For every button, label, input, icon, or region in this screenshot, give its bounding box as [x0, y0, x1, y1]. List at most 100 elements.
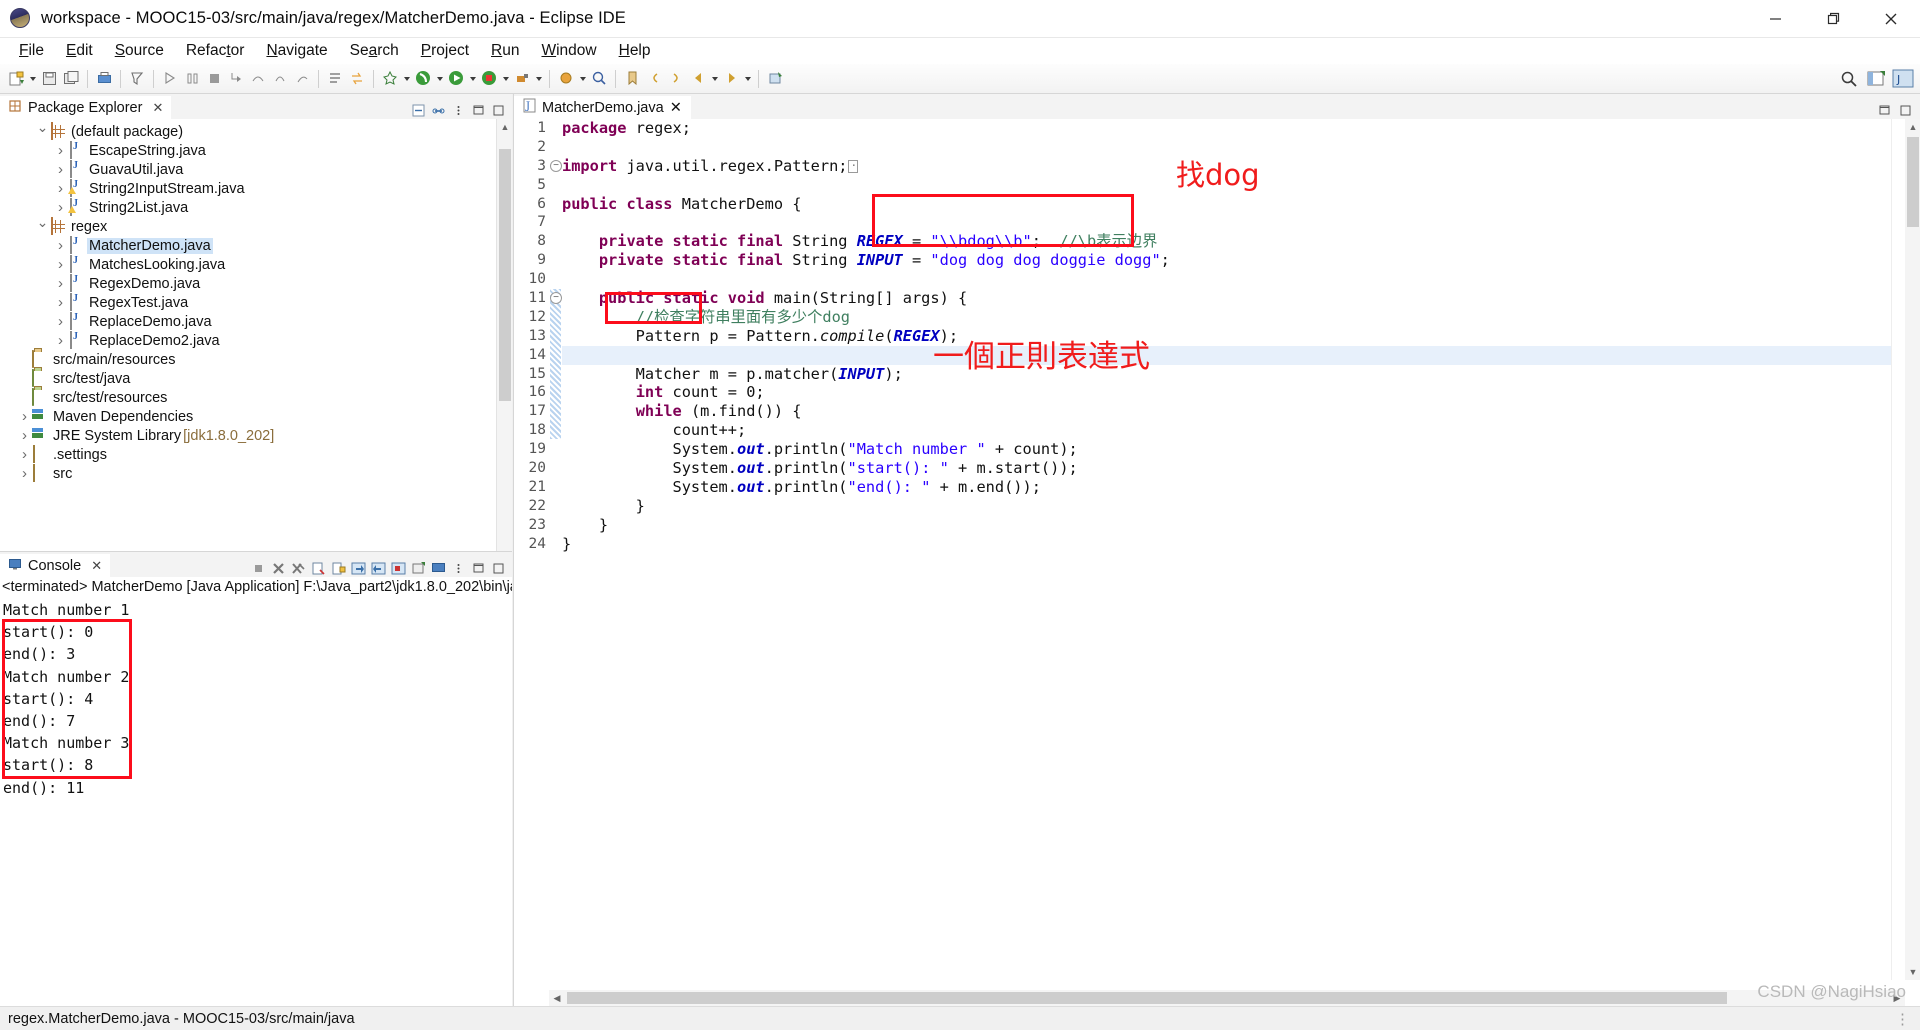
tree-item[interactable]: Maven Dependencies — [0, 407, 495, 426]
tree-item[interactable]: (default package) — [0, 122, 495, 141]
chevron-right-icon[interactable] — [18, 426, 31, 445]
code-line[interactable]: } — [562, 516, 1920, 535]
next-edit-icon[interactable] — [665, 68, 687, 90]
menu-refactor[interactable]: Refactor — [175, 40, 256, 62]
chevron-right-icon[interactable] — [54, 236, 67, 255]
menu-project[interactable]: Project — [410, 40, 480, 62]
new-class-caret[interactable] — [577, 68, 588, 90]
pin-editor-icon[interactable] — [764, 68, 786, 90]
new-icon[interactable] — [5, 68, 27, 90]
minimize-button[interactable] — [1746, 0, 1804, 38]
forward-caret[interactable] — [742, 68, 753, 90]
debug-step-icon[interactable] — [159, 68, 181, 90]
view-menu-icon[interactable] — [450, 102, 467, 119]
maximize-editor-icon[interactable] — [1897, 102, 1914, 119]
chevron-right-icon[interactable] — [54, 293, 67, 312]
chevron-right-icon[interactable] — [54, 255, 67, 274]
scroll-down-icon[interactable]: ▼ — [1905, 964, 1920, 980]
code-line[interactable] — [562, 345, 1920, 365]
chevron-right-icon[interactable] — [54, 141, 67, 160]
editor-vertical-scrollbar[interactable]: ▲ ▼ — [1905, 119, 1920, 980]
new-class-icon[interactable] — [555, 68, 577, 90]
menu-navigate[interactable]: Navigate — [255, 40, 338, 62]
menu-search[interactable]: Search — [339, 40, 410, 62]
chevron-right-icon[interactable] — [18, 445, 31, 464]
fold-toggle-icon[interactable]: − — [550, 159, 562, 172]
tree-item[interactable]: MatchesLooking.java — [0, 255, 495, 274]
scrollbar-thumb-h[interactable] — [567, 992, 1727, 1004]
back-caret[interactable] — [709, 68, 720, 90]
run-dropdown-caret[interactable] — [467, 68, 478, 90]
menu-file[interactable]: File — [8, 40, 55, 62]
debug-dropdown-caret[interactable] — [434, 68, 445, 90]
close-icon[interactable]: ✕ — [670, 100, 682, 116]
tab-console[interactable]: Console ✕ — [0, 552, 111, 577]
code-line[interactable]: public class MatcherDemo { — [562, 195, 1920, 214]
tree-item[interactable]: RegexTest.java — [0, 293, 495, 312]
new-java-project-icon[interactable] — [379, 68, 401, 90]
chevron-right-icon[interactable] — [54, 179, 67, 198]
chevron-down-icon[interactable] — [36, 122, 49, 141]
forward-icon[interactable] — [720, 68, 742, 90]
chevron-down-icon[interactable] — [36, 217, 49, 236]
tree-item[interactable]: src/test/resources — [0, 388, 495, 407]
bookmark-icon[interactable] — [621, 68, 643, 90]
maximize-console-icon[interactable] — [490, 560, 507, 577]
close-icon[interactable]: ✕ — [91, 558, 102, 574]
toggle-mark-occurrences-icon[interactable] — [346, 68, 368, 90]
new-dropdown-caret[interactable] — [27, 68, 38, 90]
link-with-editor-icon[interactable] — [430, 102, 447, 119]
chevron-right-icon[interactable] — [18, 407, 31, 426]
minimize-view-icon[interactable] — [470, 102, 487, 119]
console-view-menu-icon[interactable] — [450, 560, 467, 577]
minimize-editor-icon[interactable] — [1876, 102, 1893, 119]
close-icon[interactable]: ✕ — [152, 100, 163, 116]
code-line[interactable]: int count = 0; — [562, 383, 1920, 402]
tree-item[interactable]: String2InputStream.java — [0, 179, 495, 198]
scrollbar-thumb[interactable] — [499, 149, 511, 401]
chevron-right-icon[interactable] — [18, 464, 31, 483]
remove-all-launches-icon[interactable] — [290, 560, 307, 577]
tree-item[interactable]: ReplaceDemo.java — [0, 312, 495, 331]
clear-console-icon[interactable] — [310, 560, 327, 577]
coverage-icon[interactable] — [478, 68, 500, 90]
terminate-icon[interactable] — [250, 560, 267, 577]
code-line[interactable]: System.out.println("end(): " + m.end()); — [562, 478, 1920, 497]
chevron-right-icon[interactable] — [54, 274, 67, 293]
scroll-up-icon[interactable]: ▲ — [497, 119, 513, 135]
menu-edit[interactable]: Edit — [55, 40, 104, 62]
tree-item[interactable]: MatcherDemo.java — [0, 236, 495, 255]
tree-item[interactable]: ReplaceDemo2.java — [0, 331, 495, 350]
console-output-area[interactable]: <terminated> MatcherDemo [Java Applicati… — [0, 577, 512, 1007]
close-button[interactable] — [1862, 0, 1920, 38]
chevron-right-icon[interactable] — [54, 331, 67, 350]
open-type-icon[interactable] — [324, 68, 346, 90]
menu-run[interactable]: Run — [480, 40, 530, 62]
console-display-icon[interactable] — [430, 560, 447, 577]
chevron-right-icon[interactable] — [54, 198, 67, 217]
code-line[interactable]: } — [562, 535, 1920, 554]
tree-item[interactable]: .settings — [0, 445, 495, 464]
folded-imports-icon[interactable] — [847, 157, 858, 176]
remove-launch-icon[interactable] — [270, 560, 287, 577]
code-line[interactable]: package regex; — [562, 119, 1920, 138]
tree-item[interactable]: EscapeString.java — [0, 141, 495, 160]
tree-item[interactable]: GuavaUtil.java — [0, 160, 495, 179]
code-line[interactable] — [562, 270, 1920, 289]
code-line[interactable]: while (m.find()) { — [562, 402, 1920, 421]
quick-access-search-icon[interactable] — [1838, 68, 1860, 90]
back-icon[interactable] — [687, 68, 709, 90]
quick-access-icon[interactable] — [126, 68, 148, 90]
code-line[interactable]: private static final String REGEX = "\\b… — [562, 232, 1920, 251]
code-line[interactable]: count++; — [562, 421, 1920, 440]
step-over-icon[interactable] — [247, 68, 269, 90]
fold-toggle-icon[interactable]: − — [550, 292, 562, 305]
save-all-icon[interactable] — [60, 68, 82, 90]
external-tools-icon[interactable] — [511, 68, 533, 90]
tree-item[interactable]: JRE System Library [jdk1.8.0_202] — [0, 426, 495, 445]
debug-run-icon[interactable] — [412, 68, 434, 90]
stop-icon[interactable] — [203, 68, 225, 90]
maximize-view-icon[interactable] — [490, 102, 507, 119]
display-selected-console-icon[interactable] — [370, 560, 387, 577]
scroll-left-icon[interactable]: ◀ — [549, 990, 565, 1006]
